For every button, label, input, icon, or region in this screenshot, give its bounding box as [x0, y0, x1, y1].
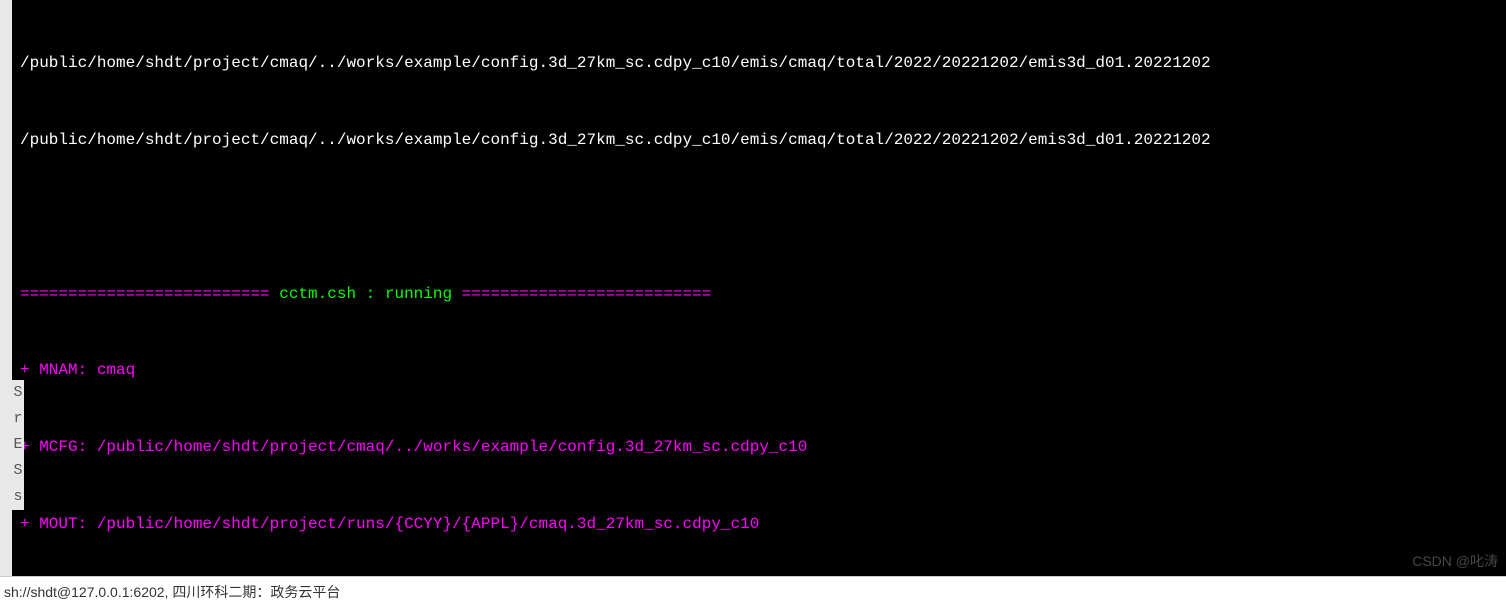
- status-bar: sh://shdt@127.0.0.1:6202, 四川环科二期：政务云平台: [0, 576, 1506, 606]
- header-line: ========================== cctm.csh : ru…: [12, 282, 1506, 308]
- terminal-output[interactable]: /public/home/shdt/project/cmaq/../works/…: [0, 0, 1506, 576]
- path-line-1: /public/home/shdt/project/cmaq/../works/…: [12, 51, 1506, 77]
- left-edge-chars: S r E S s: [12, 380, 24, 510]
- connection-status: sh://shdt@127.0.0.1:6202, 四川环科二期：政务云平台: [4, 584, 340, 600]
- blank-line: [12, 205, 1506, 231]
- csdn-watermark: CSDN @叱涛: [1412, 550, 1498, 572]
- path-line-2: /public/home/shdt/project/cmaq/../works/…: [12, 128, 1506, 154]
- mnam-line: + MNAM: cmaq: [12, 358, 1506, 384]
- mcfg-line: + MCFG: /public/home/shdt/project/cmaq/.…: [12, 435, 1506, 461]
- mout-line: + MOUT: /public/home/shdt/project/runs/{…: [12, 512, 1506, 538]
